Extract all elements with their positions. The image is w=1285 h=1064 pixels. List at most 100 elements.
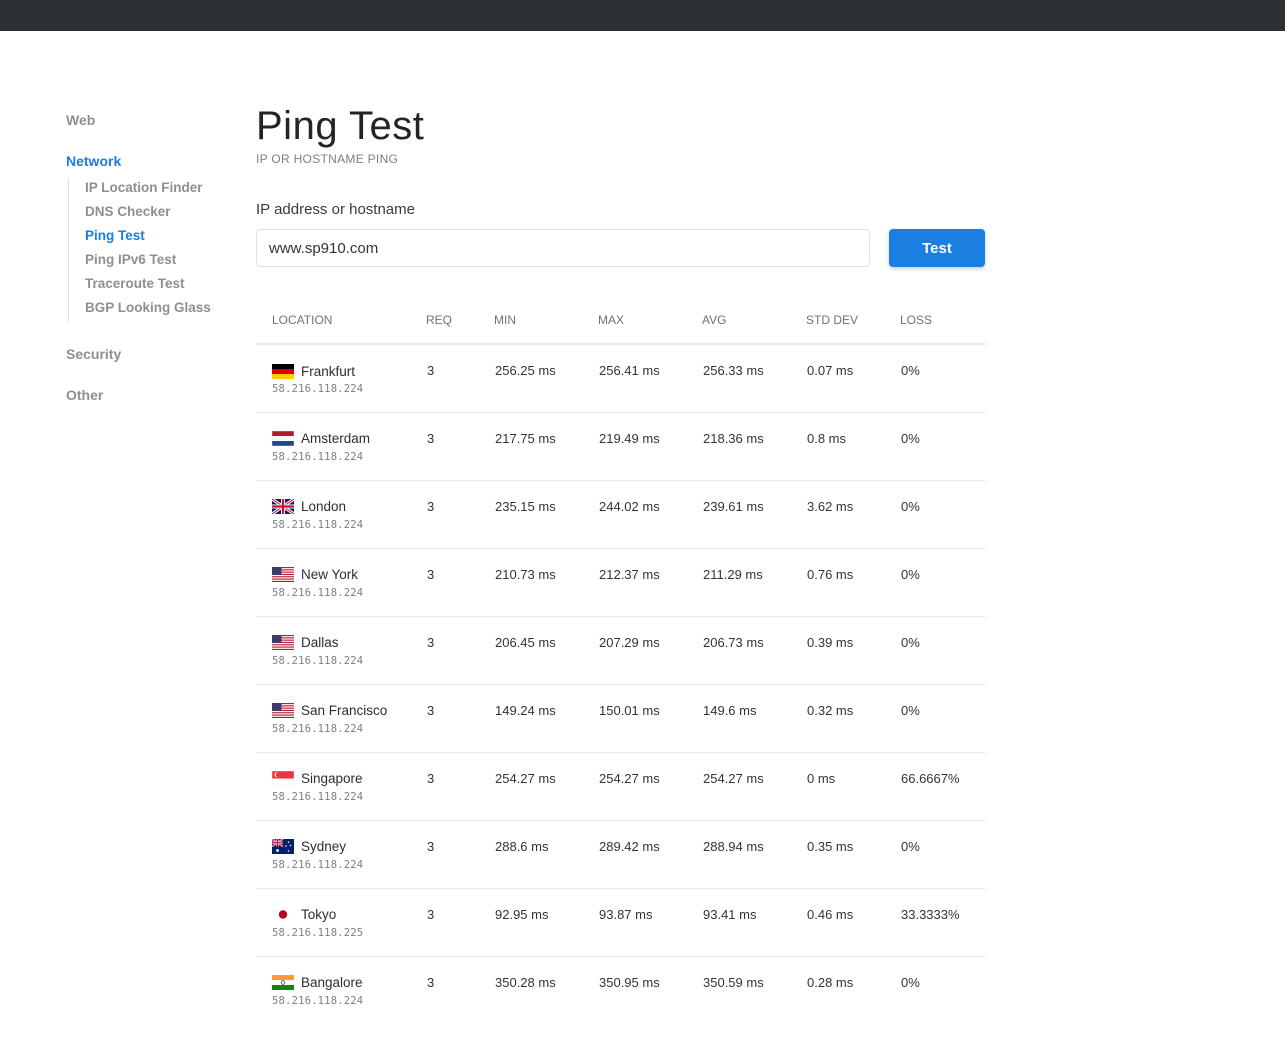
table-row: London 58.216.118.224 3 235.15 ms 244.02 ms 2… [256,480,986,549]
cell-avg: 218.36 ms [702,412,806,481]
sidebar-item-dns-checker[interactable]: DNS Checker [85,202,211,226]
header-std-dev: STD DEV [806,297,900,345]
cell-min: 217.75 ms [494,412,598,481]
header-min: MIN [494,297,598,345]
cell-std-dev: 0.46 ms [806,888,900,957]
sidebar-item-bgp-looking-glass[interactable]: BGP Looking Glass [85,298,211,322]
sidebar-item-ip-location-finder[interactable]: IP Location Finder [85,178,211,202]
location-ip: 58.216.118.224 [272,586,364,599]
cell-std-dev: 0.8 ms [806,412,900,481]
cell-location: Amsterdam 58.216.118.224 [256,412,426,481]
cell-max: 350.95 ms [599,974,660,990]
location-city: San Francisco [301,703,388,718]
cell-location: Tokyo 58.216.118.225 [256,888,426,957]
sidebar-group-network[interactable]: Network [66,151,121,171]
cell-max: 207.29 ms [598,616,702,685]
cell-min: 149.24 ms [494,684,598,753]
flag-de-icon [272,363,294,379]
location-ip: 58.216.118.224 [272,722,364,735]
table-row: Singapore 58.216.118.224 3 254.27 ms 254.27 … [256,752,986,821]
cell-avg: 149.6 ms [702,684,806,753]
location-city: London [301,499,347,514]
results-table: LOCATION REQ MIN MAX AVG STD DEV LOSS Fr… [256,297,986,1024]
main-content: Ping Test IP OR HOSTNAME PING IP address… [256,100,986,1007]
cell-std-dev: 3.62 ms [806,480,900,549]
header-max: MAX [598,297,702,345]
cell-req: 3 [426,888,494,957]
location-ip: 58.216.118.224 [272,654,364,667]
header-avg: AVG [702,297,806,345]
cell-avg: 256.33 ms [702,344,806,413]
cell-req: 3 [426,548,494,617]
cell-max: 244.02 ms [598,480,702,549]
table-row: Dallas 58.216.118.224 3 206.45 ms 207.29 ms 2… [256,616,986,685]
location-ip: 58.216.118.224 [272,383,364,395]
cell-req: 3 [426,820,494,889]
cell-std-dev: 0.35 ms [806,820,900,889]
cell-location: Singapore 58.216.118.224 [256,752,426,821]
cell-loss: 0% [900,480,986,549]
cell-req: 3 [426,684,494,753]
location-ip: 58.216.118.224 [272,858,364,871]
table-row: Amsterdam 58.216.118.224 3 217.75 ms 219.49 … [256,412,986,481]
sidebar-item-ping-test[interactable]: Ping Test [85,226,211,250]
cell-req: 3 [426,344,494,413]
location-city: Tokyo [301,907,337,922]
cell-req: 3 [426,412,494,481]
sidebar-item-traceroute-test[interactable]: Traceroute Test [85,274,211,298]
header-loss: LOSS [900,297,986,345]
table-row: Tokyo 58.216.118.225 3 92.95 ms 93.87 ms 93.4… [256,888,986,957]
table-row: San Francisco 58.216.118.224 3 149.24 ms 150… [256,684,986,753]
cell-max: 93.87 ms [598,888,702,957]
cell-min: 235.15 ms [494,480,598,549]
cell-min: 210.73 ms [494,548,598,617]
cell-max: 254.27 ms [598,752,702,821]
cell-req: 3 [426,616,494,685]
cell-min: 254.27 ms [494,752,598,821]
cell-location: San Francisco 58.216.118.224 [256,684,426,753]
location-ip: 58.216.118.224 [272,790,364,803]
flag-us-icon [272,703,294,718]
cell-std-dev: 0.28 ms [807,974,854,990]
sidebar-group-web[interactable]: Web [66,110,95,130]
sidebar-group-security[interactable]: Security [66,344,121,364]
cell-max: 150.01 ms [598,684,702,753]
sidebar-subnav-network: IP Location Finder DNS Checker Ping Test… [68,178,211,322]
cell-avg: 350.59 ms [703,974,764,990]
page-title: Ping Test [256,104,425,148]
cell-max: 289.42 ms [598,820,702,889]
test-button[interactable]: Test [889,229,985,267]
cell-req: 3 [427,974,435,990]
cell-min: 256.25 ms [494,344,598,413]
cell-avg: 211.29 ms [702,548,806,617]
flag-nl-icon [272,431,294,446]
table-row: Frankfurt 58.216.118.224 3 256.25 ms 256.41 … [256,344,986,413]
host-input-label: IP address or hostname [256,201,415,218]
cell-std-dev: 0 ms [806,752,900,821]
cell-max: 219.49 ms [598,412,702,481]
table-header-row: LOCATION REQ MIN MAX AVG STD DEV LOSS [256,297,986,345]
flag-us-icon [272,635,294,650]
host-input[interactable] [256,229,870,267]
flag-us-icon [272,567,294,582]
location-city: Frankfurt [301,363,356,379]
flag-jp-icon [272,907,294,922]
sidebar-group-other[interactable]: Other [66,385,103,405]
location-city: Amsterdam [301,431,371,446]
flag-in-icon [272,975,294,990]
cell-avg: 254.27 ms [702,752,806,821]
cell-location: Sydney 58.216.118.224 [256,820,426,889]
table-row: New York 58.216.118.224 3 210.73 ms 212.37 m… [256,548,986,617]
location-ip: 58.216.118.224 [272,994,364,1007]
flag-gb-icon [272,499,294,514]
flag-au-icon [272,839,294,854]
sidebar-item-ping-ipv6-test[interactable]: Ping IPv6 Test [85,250,211,274]
cell-min: 92.95 ms [494,888,598,957]
cell-location: New York 58.216.118.224 [256,548,426,617]
cell-avg: 93.41 ms [702,888,806,957]
cell-location: Dallas 58.216.118.224 [256,616,426,685]
cell-location: Bangalore 58.216.118.224 [256,956,426,1024]
cell-loss: 66.6667% [900,752,986,821]
cell-std-dev: 0.76 ms [806,548,900,617]
flag-sg-icon [272,771,294,786]
